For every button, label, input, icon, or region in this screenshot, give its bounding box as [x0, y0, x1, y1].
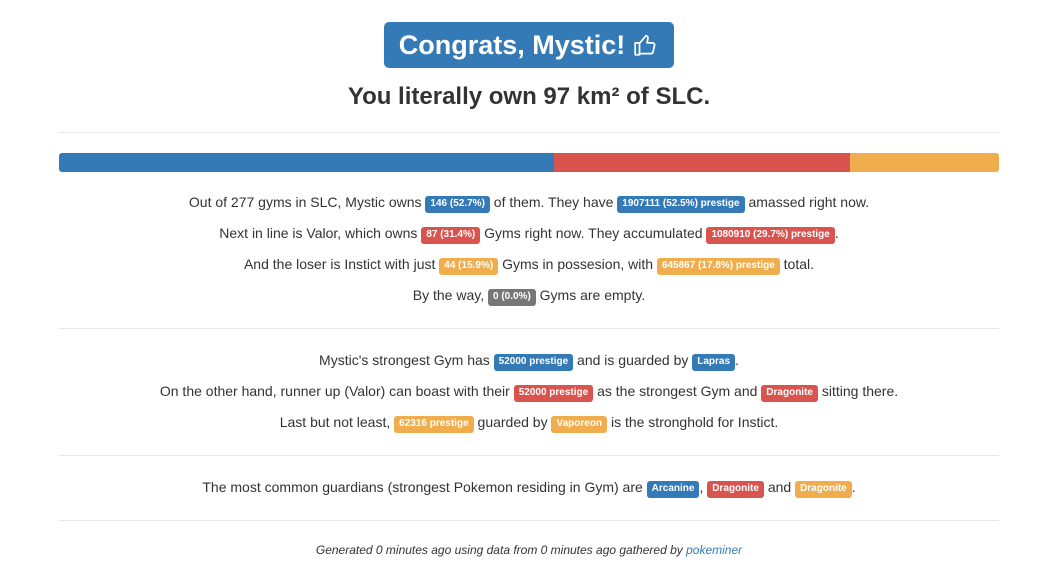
strongest-gyms-section: Mystic's strongest Gym has 52000 prestig…: [59, 329, 999, 455]
valor-strongest-line: On the other hand, runner up (Valor) can…: [59, 381, 999, 402]
valor-guardian-badge: Dragonite: [761, 385, 818, 402]
valor-segment: [554, 153, 850, 172]
valor-prestige-badge: 1080910 (29.7%) prestige: [706, 227, 835, 244]
footer-text: Generated 0 minutes ago using data from …: [315, 543, 683, 557]
gym-stats-section: Out of 277 gyms in SLC, Mystic owns 146 …: [59, 192, 999, 328]
empty-gyms-line: By the way, 0 (0.0%) Gyms are empty.: [59, 285, 999, 306]
valor-gyms-badge: 87 (31.4%): [421, 227, 481, 244]
instinct-prestige-badge: 645867 (17.8%) prestige: [656, 258, 780, 275]
empty-gyms-badge: 0 (0.0%): [487, 289, 536, 306]
congrats-title: Congrats, Mystic!: [398, 29, 626, 60]
common-guardians-section: The most common guardians (strongest Pok…: [59, 456, 999, 520]
mystic-segment: [59, 153, 555, 172]
mystic-prestige-badge: 1907111 (52.5%) prestige: [617, 196, 745, 213]
thumbs-up-icon: [634, 34, 656, 56]
instinct-stats-line: And the loser is Instict with just 44 (1…: [59, 254, 999, 275]
instinct-gyms-badge: 44 (15.9%): [439, 258, 499, 275]
mystic-common-guardian-badge: Arcanine: [646, 481, 700, 498]
mystic-guardian-badge: Lapras: [692, 354, 736, 371]
page-container: Congrats, Mystic! You literally own 97 k…: [59, 0, 999, 557]
instinct-guardian-badge: Vaporeon: [551, 416, 608, 433]
pokeminer-link[interactable]: pokeminer: [686, 543, 742, 557]
valor-strongest-prestige-badge: 52000 prestige: [513, 385, 594, 402]
mystic-gyms-badge: 146 (52.7%): [425, 196, 490, 213]
ownership-progress-bar: [59, 153, 999, 172]
mystic-stats-line: Out of 277 gyms in SLC, Mystic owns 146 …: [59, 192, 999, 213]
valor-common-guardian-badge: Dragonite: [707, 481, 764, 498]
instinct-segment: [849, 153, 999, 172]
mystic-strongest-prestige-badge: 52000 prestige: [493, 354, 574, 371]
instinct-strongest-line: Last but not least, 62316 prestige guard…: [59, 412, 999, 433]
mystic-strongest-line: Mystic's strongest Gym has 52000 prestig…: [59, 350, 999, 371]
instinct-common-guardian-badge: Dragonite: [795, 481, 852, 498]
instinct-strongest-prestige-badge: 62316 prestige: [394, 416, 474, 433]
congrats-banner: Congrats, Mystic!: [383, 22, 675, 68]
common-guardians-line: The most common guardians (strongest Pok…: [59, 477, 999, 498]
valor-stats-line: Next in line is Valor, which owns 87 (31…: [59, 223, 999, 244]
footer: Generated 0 minutes ago using data from …: [59, 521, 999, 557]
divider: [59, 132, 999, 133]
area-subtitle: You literally own 97 km² of SLC.: [347, 83, 711, 110]
